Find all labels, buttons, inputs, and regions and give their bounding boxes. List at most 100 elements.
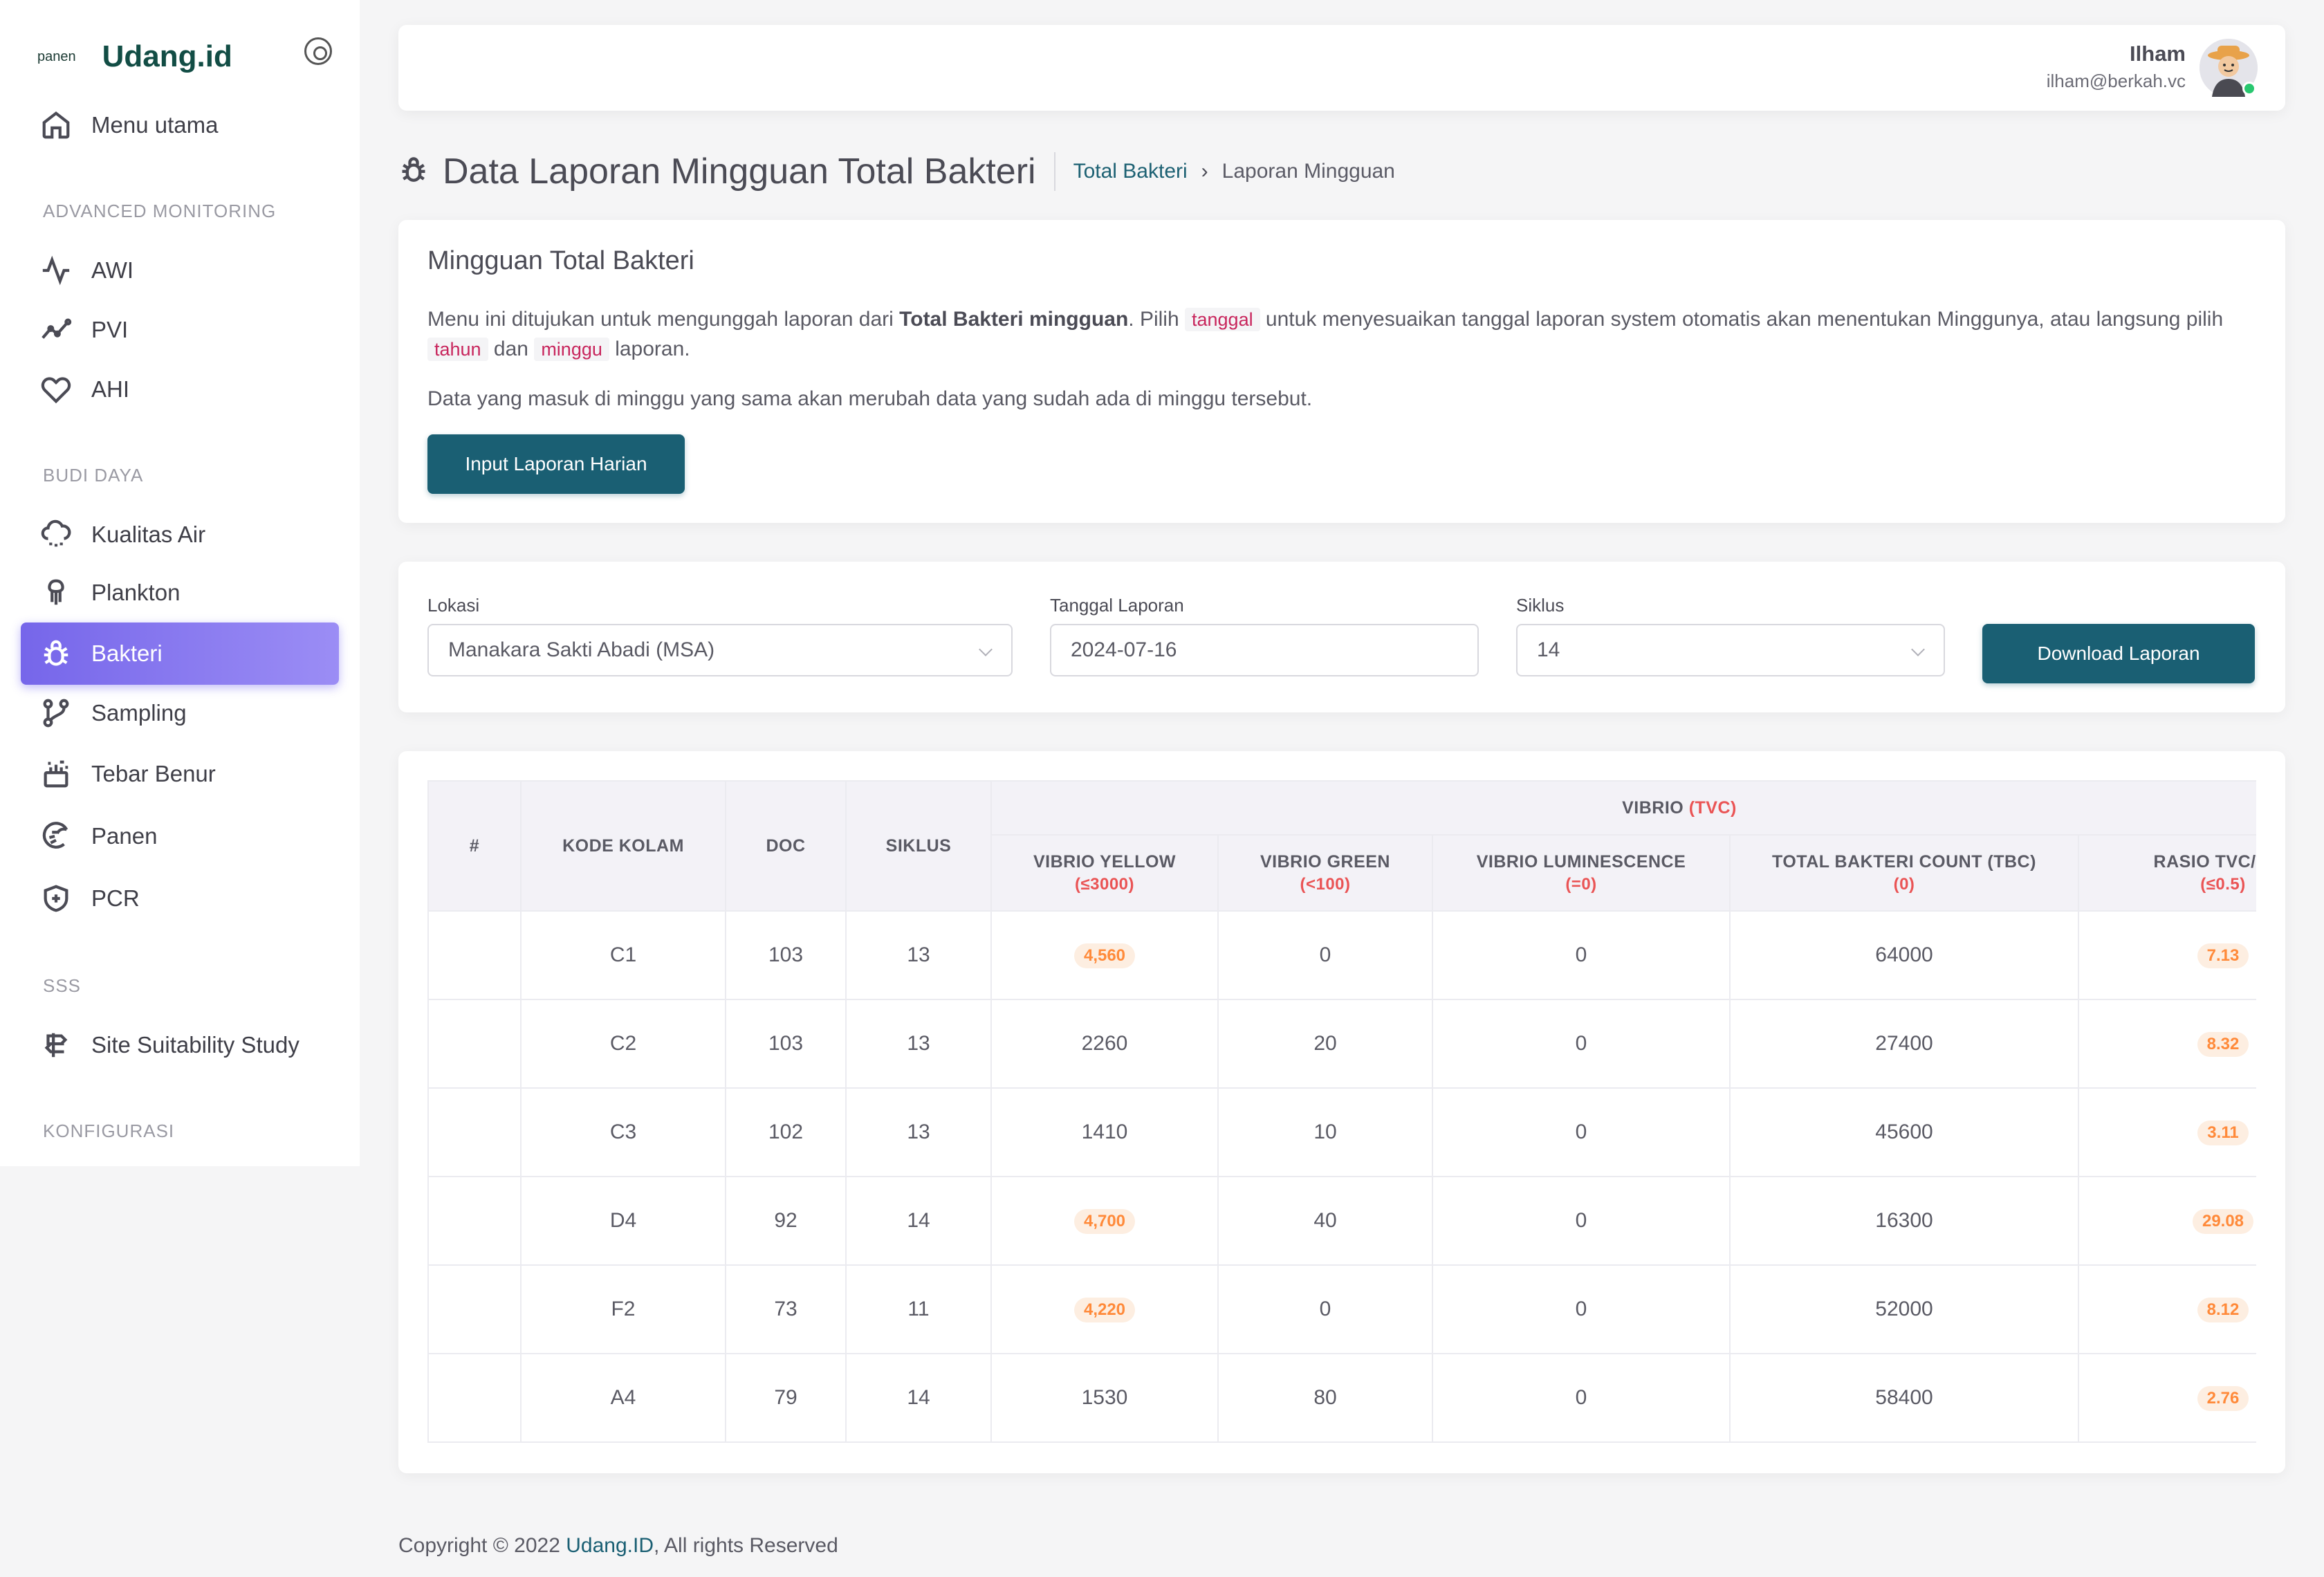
sidebar-item-label: AWI [91,257,134,283]
desc-text: untuk menyesuaikan tanggal laporan syste… [1260,308,2224,331]
sidebar-item-label: Sampling [91,700,187,726]
git-branch-icon [39,696,73,730]
cloud-drizzle-icon [39,517,73,552]
sidebar-item-site-suitability-study[interactable]: Site Suitability Study [21,1014,339,1076]
header-limit: (≤0.5) [2200,874,2246,894]
sidebar-item-bakteri[interactable]: Bakteri [21,622,339,685]
cell-kode: C3 [520,1087,726,1177]
cell-doc: 73 [725,1264,847,1354]
tanggal-value: 2024-07-16 [1071,638,1177,661]
table-scroll-container[interactable]: # KODE KOLAM DOC SIKLUS VIBRIO (TVC) VIB… [427,780,2256,1443]
home-icon [39,108,73,142]
sidebar-item-pcr[interactable]: PCR [21,867,339,930]
cell-no [427,1176,522,1266]
sidebar-item-menu-utama[interactable]: Menu utama [21,94,339,156]
heart-icon [39,372,73,407]
avatar[interactable] [2200,39,2258,97]
desc-text: Menu ini ditujukan untuk mengunggah lapo… [427,308,900,331]
sidebar-item-label: Tebar Benur [91,761,216,786]
sidebar-item-sampling[interactable]: Sampling [21,682,339,744]
breadcrumb-total-bakteri[interactable]: Total Bakteri [1073,160,1188,183]
siklus-select[interactable]: 14 [1516,624,1945,676]
cell-yellow: 4,560 [990,910,1219,1000]
cell-siklus: 13 [845,910,992,1000]
cell-rasio: 7.13 [2078,910,2256,1000]
page-title: Data Laporan Mingguan Total Bakteri [443,151,1036,192]
col-group-vibrio: VIBRIO (TVC) [990,780,2256,836]
table-row: F2 73 11 4,220 0 0 52000 8.12 [427,1264,2256,1354]
sidebar-item-tebar-benur[interactable]: Tebar Benur [21,743,339,805]
cell-siklus: 14 [845,1176,992,1266]
cell-tbc: 64000 [1729,910,2079,1000]
sidebar-item-label: Site Suitability Study [91,1032,299,1058]
cell-rasio: 8.32 [2078,999,2256,1089]
sidebar-item-kualitas-air[interactable]: Kualitas Air [21,504,339,566]
header-limit: (≤3000) [1074,874,1135,894]
brand[interactable]: panen Udang.id [37,36,232,77]
intro-note: Data yang masuk di minggu yang sama akan… [427,387,1313,410]
table-card: # KODE KOLAM DOC SIKLUS VIBRIO (TVC) VIB… [398,751,2285,1473]
signpost-icon [39,1028,73,1062]
col-header-siklus: SIKLUS [845,780,992,912]
lokasi-select[interactable]: Manakara Sakti Abadi (MSA) [427,624,1013,676]
header-divider [1053,152,1055,191]
desc-text: . Pilih [1128,308,1185,331]
cell-green: 0 [1217,910,1433,1000]
warning-badge: 8.12 [2197,1297,2249,1322]
cell-doc: 92 [725,1176,847,1266]
header-label: VIBRIO YELLOW [1033,851,1177,872]
cell-siklus: 14 [845,1353,992,1443]
desc-text: laporan. [609,338,690,360]
brand-tagline: panen [37,48,76,64]
intro-card: Mingguan Total Bakteri Menu ini ditujuka… [398,220,2285,523]
sidebar-item-plankton[interactable]: Plankton [21,562,339,624]
sidebar-item-label: Bakteri [91,640,163,666]
sidebar-item-ahi[interactable]: AHI [21,358,339,421]
table-row: D4 92 14 4,700 40 0 16300 29.08 [427,1176,2256,1266]
cell-tbc: 52000 [1729,1264,2079,1354]
header-limit: (<100) [1300,874,1351,894]
col-header-tbc: TOTAL BAKTERI COUNT (TBC) (0) [1729,834,2079,912]
cell-lumi: 0 [1432,1176,1731,1266]
sidebar-item-awi[interactable]: AWI [21,239,339,302]
sidebar-item-pvi[interactable]: PVI [21,299,339,361]
tanggal-laporan-input[interactable]: 2024-07-16 [1050,624,1479,676]
cell-tbc: 45600 [1729,1087,2079,1177]
group-title: VIBRIO [1622,797,1684,818]
online-status-dot [2242,82,2256,95]
col-header-vibrio-green: VIBRIO GREEN (<100) [1217,834,1433,912]
code-tahun: tahun [427,338,488,361]
warning-badge: 2.76 [2197,1385,2249,1411]
desc-bold: Total Bakteri mingguan [899,308,1129,331]
sidebar-item-panen[interactable]: Panen [21,805,339,867]
header-label: TOTAL BAKTERI COUNT (TBC) [1772,851,2036,872]
sidebar-item-label: Menu utama [91,112,219,138]
user-name[interactable]: Ilham [2130,42,2186,66]
intro-description: Menu ini ditujukan untuk mengunggah lapo… [427,304,2260,364]
table-row: C3 102 13 1410 10 0 45600 3.11 [427,1087,2256,1177]
download-laporan-button[interactable]: Download Laporan [1982,624,2255,683]
brand-name: Udang.id [102,39,232,73]
siklus-label: Siklus [1516,595,1565,616]
cell-rasio: 2.76 [2078,1353,2256,1443]
cell-kode: A4 [520,1353,726,1443]
shield-plus-icon [39,881,73,916]
table-row: C1 103 13 4,560 0 0 64000 7.13 [427,910,2256,1000]
sidebar-collapse-toggle-icon[interactable] [304,37,332,65]
cell-green: 0 [1217,1264,1433,1354]
cell-lumi: 0 [1432,1264,1731,1354]
cell-no [427,1264,522,1354]
chevron-down-icon [1911,643,1925,656]
bug-icon [398,155,429,189]
sidebar-item-label: Plankton [91,580,181,605]
sidebar: panen Udang.id Menu utama ADVANCED MONIT… [0,0,360,1166]
input-laporan-harian-button[interactable]: Input Laporan Harian [427,434,685,494]
cell-green: 40 [1217,1176,1433,1266]
breadcrumb-current: Laporan Mingguan [1221,160,1395,183]
intro-title: Mingguan Total Bakteri [427,246,694,275]
sidebar-item-label: PVI [91,317,129,342]
cell-kode: D4 [520,1176,726,1266]
bakteri-table: # KODE KOLAM DOC SIKLUS VIBRIO (TVC) VIB… [427,780,2256,1443]
sidebar-section-sss: SSS [43,975,82,996]
footer-link[interactable]: Udang.ID [566,1534,654,1557]
